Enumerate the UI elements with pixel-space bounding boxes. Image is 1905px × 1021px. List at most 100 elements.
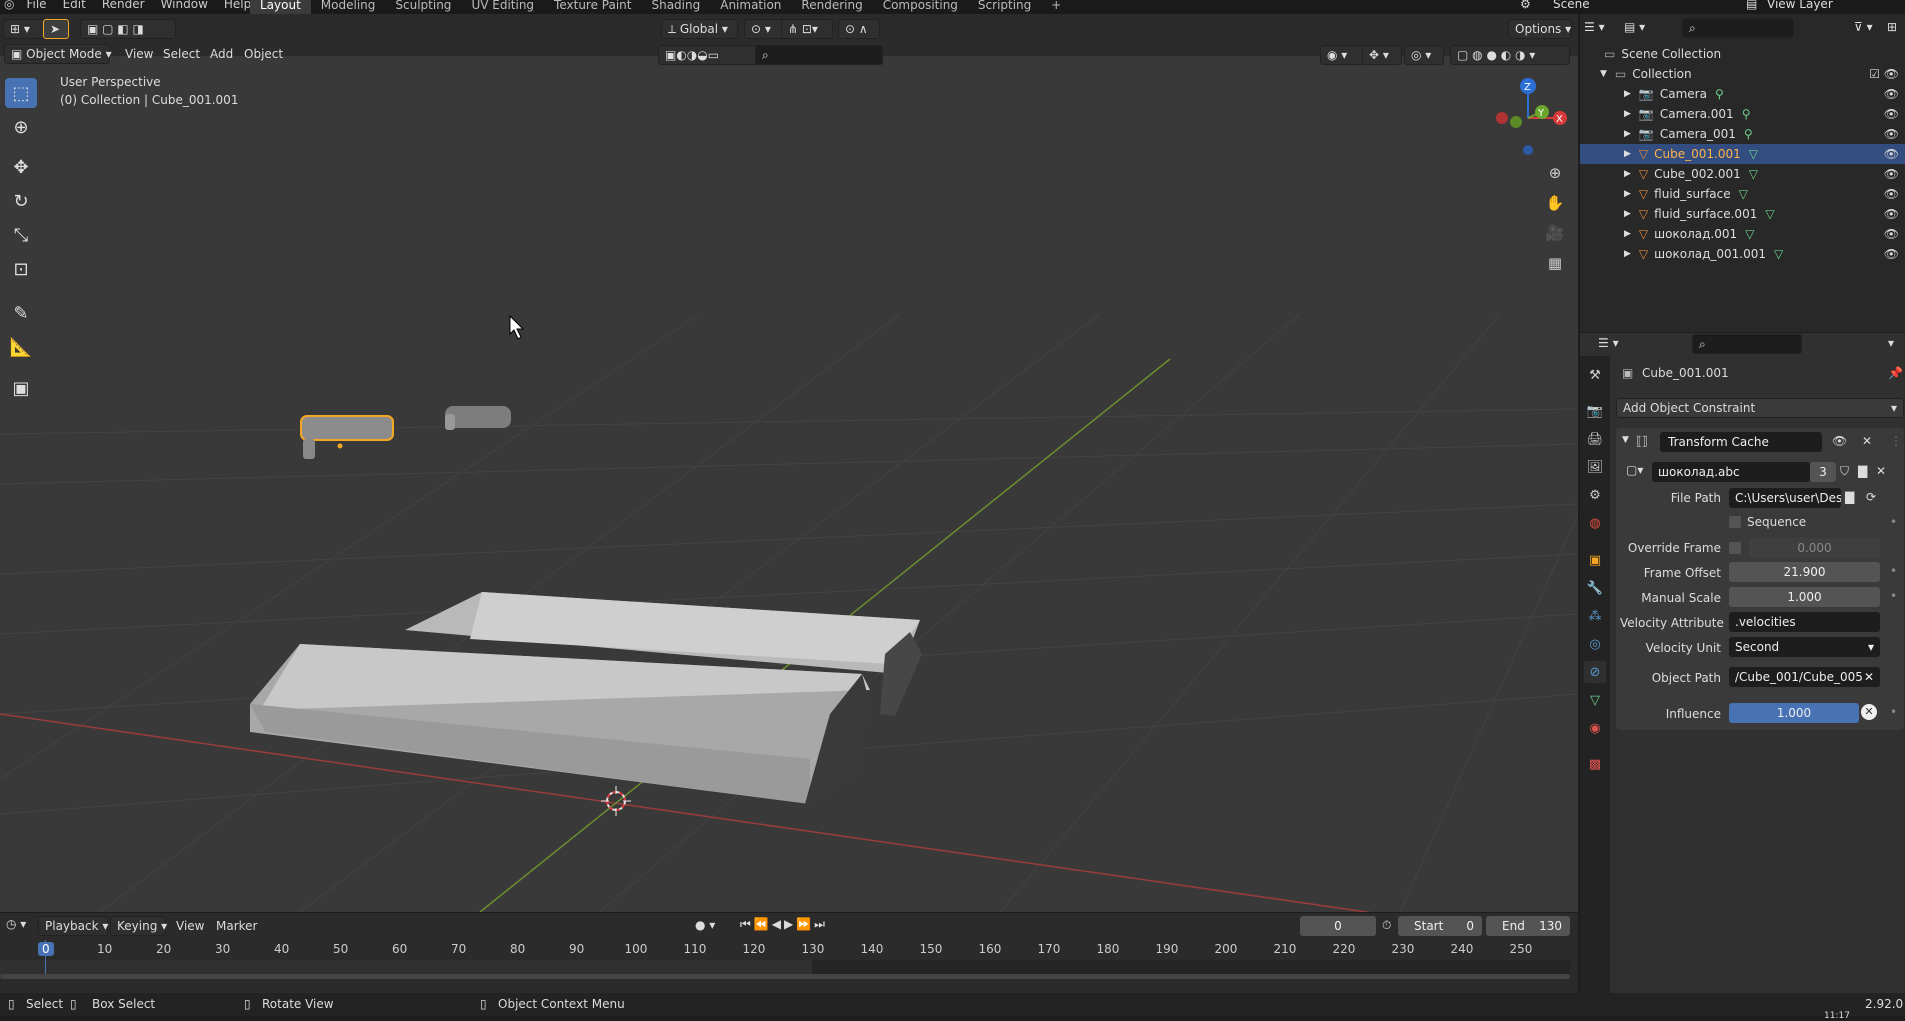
eye-icon[interactable]: 👁 <box>1884 87 1899 101</box>
viewport-search-field[interactable]: ⌕ <box>755 45 883 65</box>
browse-folder-icon[interactable]: ▇ <box>1845 490 1854 504</box>
tab-shading[interactable]: Shading <box>641 0 710 14</box>
unlink-icon[interactable]: ✕ <box>1876 464 1886 478</box>
tab-modeling[interactable]: Modeling <box>311 0 386 14</box>
tab-sculpting[interactable]: Sculpting <box>385 0 461 14</box>
outliner-item[interactable]: ▶ 📷 Camera.001 ⚲ 👁 <box>1580 104 1905 124</box>
snap-toggle-icon[interactable]: ⋔ ⊡▾ <box>781 19 833 39</box>
select-box-tool-icon[interactable]: ⬚ <box>5 78 37 108</box>
constraint-delete-icon[interactable]: ✕ <box>1862 434 1872 448</box>
add-workspace-button[interactable]: + <box>1041 0 1071 14</box>
3d-viewport[interactable]: User Perspective (0) Collection | Cube_0… <box>0 14 1578 912</box>
navigation-gizmo[interactable]: Z X Y <box>1480 70 1580 170</box>
outliner-search-field[interactable]: ⌕ <box>1682 18 1794 38</box>
viewport-menu-view[interactable]: View <box>125 47 153 61</box>
zoom-icon[interactable]: ⊕ <box>1542 160 1568 186</box>
output-tab-icon[interactable]: 🖨 <box>1584 428 1606 450</box>
shading-mode-buttons[interactable]: ▢ ◍ ● ◐ ◑ ▾ <box>1450 45 1570 65</box>
exclude-checkbox-icon[interactable]: ☑ <box>1869 67 1880 81</box>
keyframe-dot-icon[interactable]: • <box>1890 589 1897 603</box>
manual-scale-field[interactable]: 1.000 <box>1729 587 1880 607</box>
view-layer-tab-icon[interactable]: 🖼 <box>1584 456 1606 478</box>
viewport-menu-select[interactable]: Select <box>163 47 200 61</box>
new-collection-icon[interactable]: ⊞ <box>1887 20 1897 34</box>
outliner-item[interactable]: ▶ 📷 Camera ⚲ 👁 <box>1580 84 1905 104</box>
keyframe-dot-icon[interactable]: • <box>1890 705 1897 719</box>
velocity-unit-dropdown[interactable]: Second ▾ <box>1729 637 1880 657</box>
end-frame-field[interactable]: End 130 <box>1486 916 1570 936</box>
menu-file[interactable]: File <box>18 0 54 11</box>
filter-icon[interactable]: ⊽ ▾ <box>1854 20 1873 34</box>
measure-tool-icon[interactable]: 📐 <box>5 332 37 362</box>
expand-arrow-icon[interactable]: ▶ <box>1624 209 1631 219</box>
particles-tab-icon[interactable]: ⁂ <box>1584 605 1606 627</box>
constraints-tab-icon[interactable]: ⊘ <box>1584 661 1606 683</box>
physics-tab-icon[interactable]: ◎ <box>1584 633 1606 655</box>
velocity-attribute-field[interactable]: .velocities <box>1729 612 1880 632</box>
select-mode-buttons[interactable]: ▣ ▢ ◧ ◨ <box>80 19 176 39</box>
playback-dropdown[interactable]: Playback ▾ <box>38 916 108 936</box>
reload-icon[interactable]: ⟳ <box>1866 490 1876 504</box>
tab-texture-paint[interactable]: Texture Paint <box>544 0 641 14</box>
properties-search-field[interactable]: ⌕ <box>1692 334 1802 354</box>
eye-icon[interactable]: 👁 <box>1884 247 1899 261</box>
record-keyframe-icon[interactable]: ● ▾ <box>695 918 715 932</box>
cursor-tool-icon[interactable]: ⊕ <box>5 112 37 142</box>
pan-hand-icon[interactable]: ✋ <box>1542 190 1568 216</box>
outliner-item[interactable]: ▶ ▽ шоколад_001.001 ▽ 👁 <box>1580 244 1905 264</box>
transform-orientation-dropdown[interactable]: ⟂ Global ▾ <box>661 19 738 39</box>
constraint-name-field[interactable]: Transform Cache <box>1660 432 1822 452</box>
timeline-editor-icon[interactable]: ◷ ▾ <box>6 917 26 931</box>
cache-file-browse-icon[interactable]: ▢▾ <box>1626 463 1643 477</box>
disable-keep-transform-icon[interactable]: ✕ <box>1861 704 1877 720</box>
render-tab-icon[interactable]: 📷 <box>1584 400 1606 422</box>
expand-arrow-icon[interactable]: ▶ <box>1624 129 1631 139</box>
constraint-visibility-eye-icon[interactable]: 👁 <box>1832 434 1847 448</box>
perspective-grid-icon[interactable]: ▦ <box>1542 250 1568 276</box>
world-tab-icon[interactable]: ◍ <box>1584 512 1606 534</box>
expand-arrow-icon[interactable]: ▶ <box>1624 89 1631 99</box>
expand-arrow-icon[interactable]: ▶ <box>1624 149 1631 159</box>
view-layer-name[interactable]: View Layer <box>1767 0 1833 11</box>
menu-render[interactable]: Render <box>94 0 153 11</box>
add-cube-tool-icon[interactable]: ▣ <box>5 373 37 403</box>
tab-compositing[interactable]: Compositing <box>873 0 968 14</box>
viewport-menu-add[interactable]: Add <box>210 47 233 61</box>
eye-icon[interactable]: 👁 <box>1884 127 1899 141</box>
eye-icon[interactable]: 👁 <box>1884 187 1899 201</box>
eye-icon[interactable]: 👁 <box>1884 167 1899 181</box>
eye-icon[interactable]: 👁 <box>1884 147 1899 161</box>
collection-row[interactable]: ▼ ▭ Collection ☑ 👁 <box>1580 64 1905 84</box>
tab-animation[interactable]: Animation <box>710 0 791 14</box>
object-path-field[interactable]: /Cube_001/Cube_005 ✕ <box>1729 667 1880 687</box>
proportional-edit-icon[interactable]: ⊙ ∧ <box>838 19 880 39</box>
frame-offset-field[interactable]: 21.900 <box>1729 562 1880 582</box>
options-dropdown[interactable]: Options ▾ <box>1508 19 1572 39</box>
open-file-folder-icon[interactable]: ▇ <box>1858 464 1867 478</box>
override-frame-field[interactable]: 0.000 <box>1749 538 1880 558</box>
collection-visibility-icons[interactable]: ▣◐◑◒▭ <box>658 45 768 65</box>
add-object-constraint-dropdown[interactable]: Add Object Constraint ▾ <box>1616 398 1904 418</box>
expand-arrow-icon[interactable]: ▶ <box>1624 169 1631 179</box>
visibility-toggle-icon[interactable]: ◉ ▾ <box>1320 45 1366 65</box>
rotate-tool-icon[interactable]: ↻ <box>5 186 37 216</box>
properties-editor-icon[interactable]: ☰ ▾ <box>1598 336 1619 350</box>
expand-arrow-icon[interactable]: ▶ <box>1624 109 1631 119</box>
fake-user-shield-icon[interactable]: ⛉ <box>1840 464 1849 479</box>
select-tool-icon[interactable]: ➤ <box>43 19 69 39</box>
overlay-toggle-icon[interactable]: ◎ ▾ <box>1404 45 1444 65</box>
tab-scripting[interactable]: Scripting <box>968 0 1041 14</box>
preview-range-icon[interactable]: ⏱ <box>1382 918 1391 933</box>
outliner-item[interactable]: ▶ ▽ Cube_002.001 ▽ 👁 <box>1580 164 1905 184</box>
expand-arrow-icon[interactable]: ▶ <box>1624 229 1631 239</box>
properties-options-icon[interactable]: ▾ <box>1888 336 1894 350</box>
camera-view-icon[interactable]: 🎥 <box>1542 220 1568 246</box>
keying-dropdown[interactable]: Keying ▾ <box>110 916 167 936</box>
outliner-item[interactable]: ▶ ▽ шоколад.001 ▽ 👁 <box>1580 224 1905 244</box>
collapse-arrow-icon[interactable]: ▼ <box>1622 435 1629 445</box>
outliner-item[interactable]: ▶ ▽ fluid_surface.001 ▽ 👁 <box>1580 204 1905 224</box>
pin-icon[interactable]: 📌 <box>1888 366 1903 380</box>
material-tab-icon[interactable]: ◉ <box>1584 717 1606 739</box>
current-frame-field[interactable]: 0 <box>1300 916 1376 936</box>
sequence-checkbox[interactable] <box>1729 516 1741 528</box>
